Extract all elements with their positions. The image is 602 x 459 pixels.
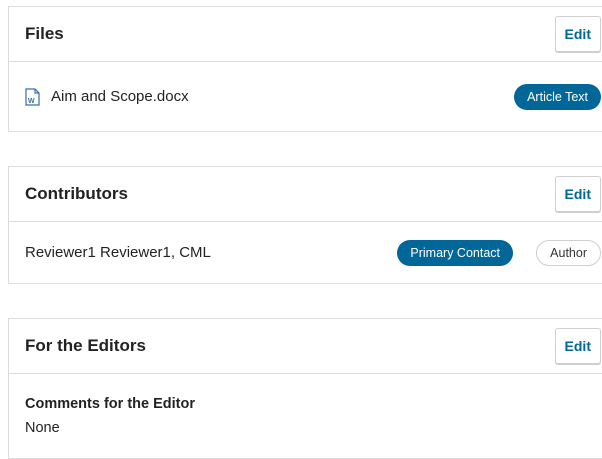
file-list-item: W Aim and Scope.docx Article Text [9, 62, 602, 132]
files-panel: Files Edit W Aim and Scope.docx Article … [8, 6, 602, 132]
files-panel-header: Files Edit [9, 7, 602, 62]
comments-for-editor-label: Comments for the Editor [25, 396, 195, 412]
contributors-panel-header: Contributors Edit [9, 167, 602, 222]
word-doc-icon: W [25, 88, 40, 106]
editors-edit-button[interactable]: Edit [554, 328, 601, 364]
contributor-name: Reviewer1 Reviewer1, CML [25, 244, 211, 261]
file-type-badge: Article Text [514, 84, 601, 110]
files-panel-title: Files [25, 24, 64, 43]
svg-text:W: W [28, 98, 35, 105]
editors-panel: For the Editors Edit Comments for the Ed… [8, 318, 602, 459]
contributors-panel-title: Contributors [25, 184, 128, 203]
files-edit-button[interactable]: Edit [554, 16, 601, 52]
contributor-list-item: Reviewer1 Reviewer1, CML Primary Contact… [9, 222, 602, 284]
file-name-link[interactable]: Aim and Scope.docx [51, 88, 189, 105]
comments-for-editor-value: None [25, 420, 60, 436]
author-role-badge: Author [536, 240, 601, 266]
editors-panel-body: Comments for the Editor None [9, 374, 602, 458]
editors-panel-title: For the Editors [25, 336, 146, 355]
primary-contact-badge: Primary Contact [397, 240, 513, 266]
contributors-edit-button[interactable]: Edit [554, 176, 601, 212]
contributors-panel: Contributors Edit Reviewer1 Reviewer1, C… [8, 166, 602, 284]
editors-panel-header: For the Editors Edit [9, 319, 602, 374]
